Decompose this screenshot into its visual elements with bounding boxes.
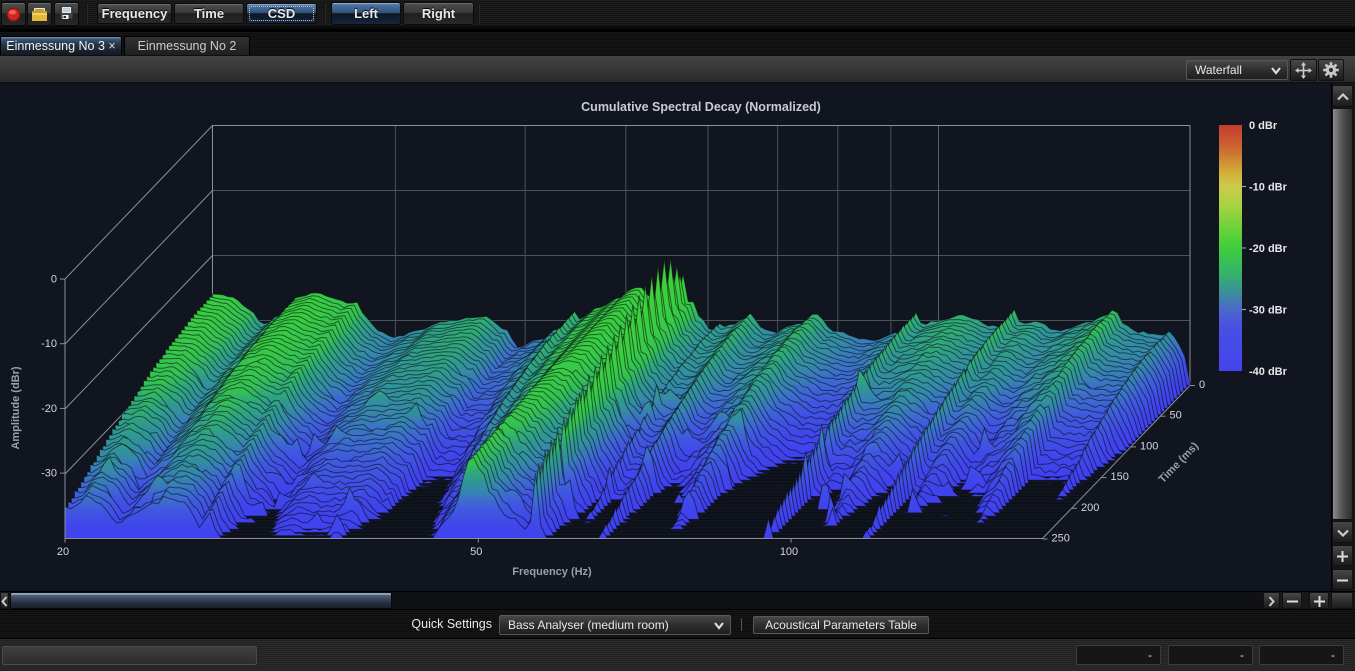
svg-text:100: 100	[1140, 440, 1158, 452]
svg-text:-20 dBr: -20 dBr	[1249, 243, 1288, 255]
svg-text:-30 dBr: -30 dBr	[1249, 305, 1288, 317]
svg-text:50: 50	[470, 546, 482, 558]
svg-text:-10: -10	[41, 338, 57, 350]
svg-text:-20: -20	[41, 403, 57, 415]
svg-text:Cumulative Spectral Decay (Nor: Cumulative Spectral Decay (Normalized)	[581, 100, 821, 114]
svg-text:Amplitude (dBr): Amplitude (dBr)	[10, 366, 22, 449]
svg-text:-40 dBr: -40 dBr	[1249, 366, 1288, 378]
svg-text:-10 dBr: -10 dBr	[1249, 182, 1288, 194]
svg-text:50: 50	[1170, 410, 1182, 422]
svg-text:-30: -30	[41, 468, 57, 480]
svg-text:150: 150	[1111, 471, 1129, 483]
svg-text:250: 250	[1052, 533, 1070, 545]
svg-text:0: 0	[51, 274, 57, 286]
svg-text:200: 200	[1081, 502, 1099, 514]
svg-text:20: 20	[57, 546, 69, 558]
svg-text:0: 0	[1199, 379, 1205, 391]
svg-text:Frequency (Hz): Frequency (Hz)	[512, 566, 592, 578]
svg-text:0 dBr: 0 dBr	[1249, 120, 1278, 132]
svg-text:100: 100	[780, 546, 798, 558]
